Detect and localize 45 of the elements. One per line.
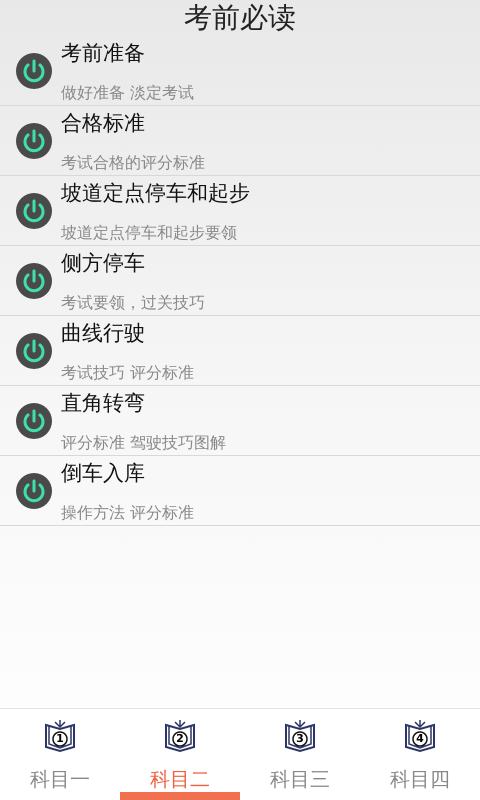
tab[interactable]: 4 科目四	[360, 709, 480, 800]
power-icon	[15, 122, 53, 160]
item-subtitle: 考试合格的评分标准	[61, 152, 205, 174]
power-icon	[15, 332, 53, 370]
tab[interactable]: 1 科目一	[0, 709, 120, 800]
power-icon	[15, 52, 53, 90]
tab[interactable]: 3 科目三	[240, 709, 360, 800]
item-subtitle: 操作方法 评分标准	[61, 502, 194, 524]
book-icon	[283, 719, 317, 753]
item-title: 考前准备	[61, 40, 146, 66]
power-icon	[15, 402, 53, 440]
item-subtitle: 坡道定点停车和起步要领	[61, 222, 238, 244]
power-icon	[15, 192, 53, 230]
list-item[interactable]: 倒车入库 操作方法 评分标准	[0, 456, 480, 526]
book-number: 4	[415, 732, 425, 746]
item-subtitle: 考试要领，过关技巧	[61, 292, 205, 314]
list-item[interactable]: 考前准备 做好准备 淡定考试	[0, 36, 480, 106]
item-subtitle: 考试技巧 评分标准	[61, 362, 194, 384]
list-item[interactable]: 合格标准 考试合格的评分标准	[0, 106, 480, 176]
item-subtitle: 做好准备 淡定考试	[61, 82, 194, 104]
item-title: 侧方停车	[61, 250, 146, 276]
page-title: 考前必读	[184, 1, 296, 35]
book-number: 1	[55, 732, 65, 746]
list-item[interactable]: 曲线行驶 考试技巧 评分标准	[0, 316, 480, 386]
list-item[interactable]: 坡道定点停车和起步 坡道定点停车和起步要领	[0, 176, 480, 246]
list-item[interactable]: 侧方停车 考试要领，过关技巧	[0, 246, 480, 316]
tab[interactable]: 2 科目二	[120, 709, 240, 800]
item-title: 坡道定点停车和起步	[61, 180, 250, 206]
book-icon	[163, 719, 197, 753]
tab-label: 科目一	[30, 767, 90, 791]
item-title: 直角转弯	[61, 390, 146, 416]
book-number: 3	[295, 732, 305, 746]
item-title: 倒车入库	[61, 460, 146, 486]
tab-label: 科目四	[390, 767, 450, 791]
item-subtitle: 评分标准 驾驶技巧图解	[61, 432, 226, 454]
list-item[interactable]: 直角转弯 评分标准 驾驶技巧图解	[0, 386, 480, 456]
tab-label: 科目三	[270, 767, 330, 791]
item-title: 曲线行驶	[61, 320, 146, 346]
book-icon	[403, 719, 437, 753]
tab-label: 科目二	[150, 767, 210, 791]
book-number: 2	[175, 732, 185, 746]
power-icon	[15, 262, 53, 300]
book-icon	[43, 719, 77, 753]
power-icon	[15, 472, 53, 510]
item-title: 合格标准	[61, 110, 146, 136]
